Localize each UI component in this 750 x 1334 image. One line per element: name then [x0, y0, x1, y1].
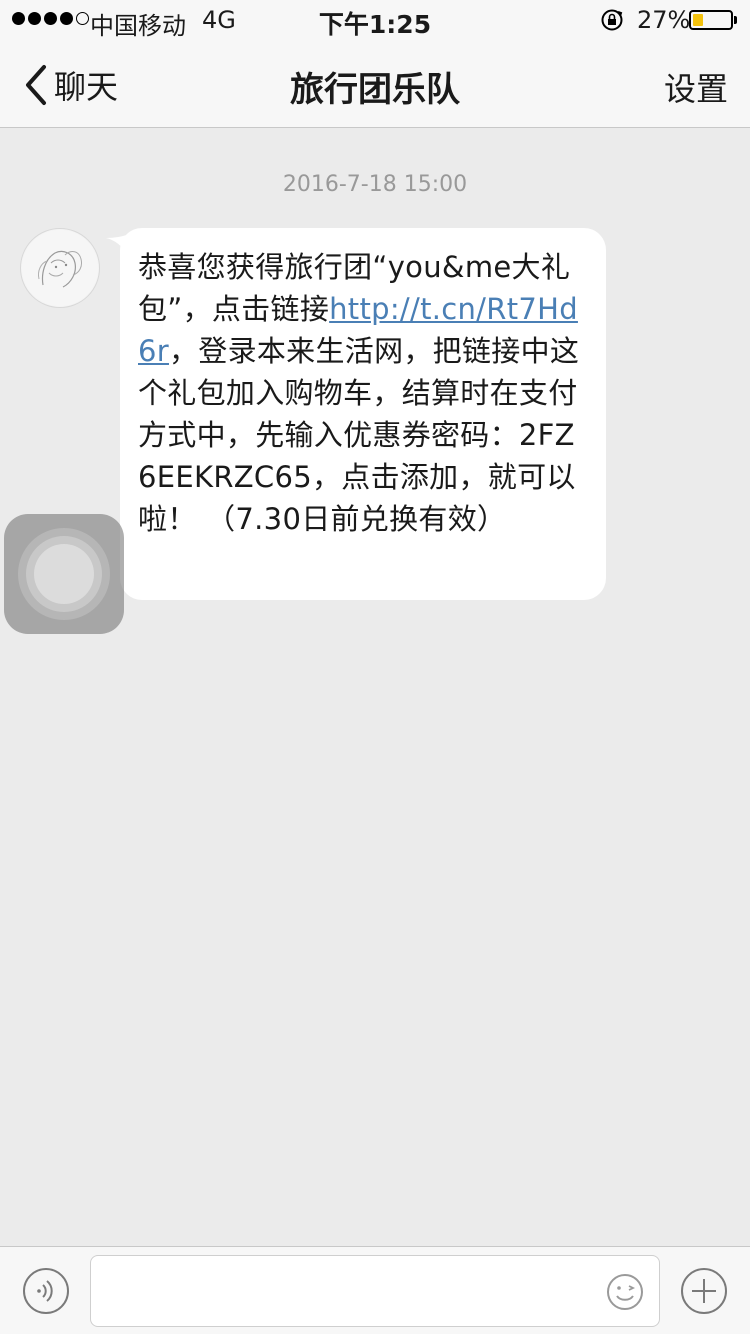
page-title: 旅行团乐队 [290, 70, 460, 110]
assistive-touch-button[interactable] [4, 514, 124, 634]
input-bar [0, 1246, 750, 1334]
assistive-center-dot [34, 544, 94, 604]
emoji-icon[interactable] [606, 1273, 644, 1311]
avatar-sketch-icon [22, 230, 98, 306]
message-text: 恭喜您获得旅行团“you&me大礼包”，点击链接http://t.cn/Rt7H… [138, 246, 588, 540]
message-input[interactable] [90, 1255, 660, 1327]
battery-level [693, 14, 703, 26]
voice-icon[interactable] [22, 1267, 70, 1315]
rotation-lock-icon [601, 9, 623, 31]
navigation-bar: 聊天 旅行团乐队 设置 [0, 40, 750, 128]
message-timestamp: 2016-7-18 15:00 [282, 172, 468, 197]
settings-button[interactable]: 设置 [664, 64, 728, 110]
battery-tip [734, 16, 737, 24]
battery-icon [689, 10, 733, 30]
message-bubble[interactable]: 恭喜您获得旅行团“you&me大礼包”，点击链接http://t.cn/Rt7H… [120, 228, 606, 600]
message-text-after-link: ，登录本来生活网，把链接中这个礼包加入购物车，结算时在支付方式中，先输入优惠券密… [138, 334, 580, 536]
battery-percent: 27% [637, 6, 691, 34]
avatar[interactable] [20, 228, 100, 308]
status-bar: 中国移动 4G 下午1:25 27% [0, 0, 750, 40]
plus-icon[interactable] [680, 1267, 728, 1315]
